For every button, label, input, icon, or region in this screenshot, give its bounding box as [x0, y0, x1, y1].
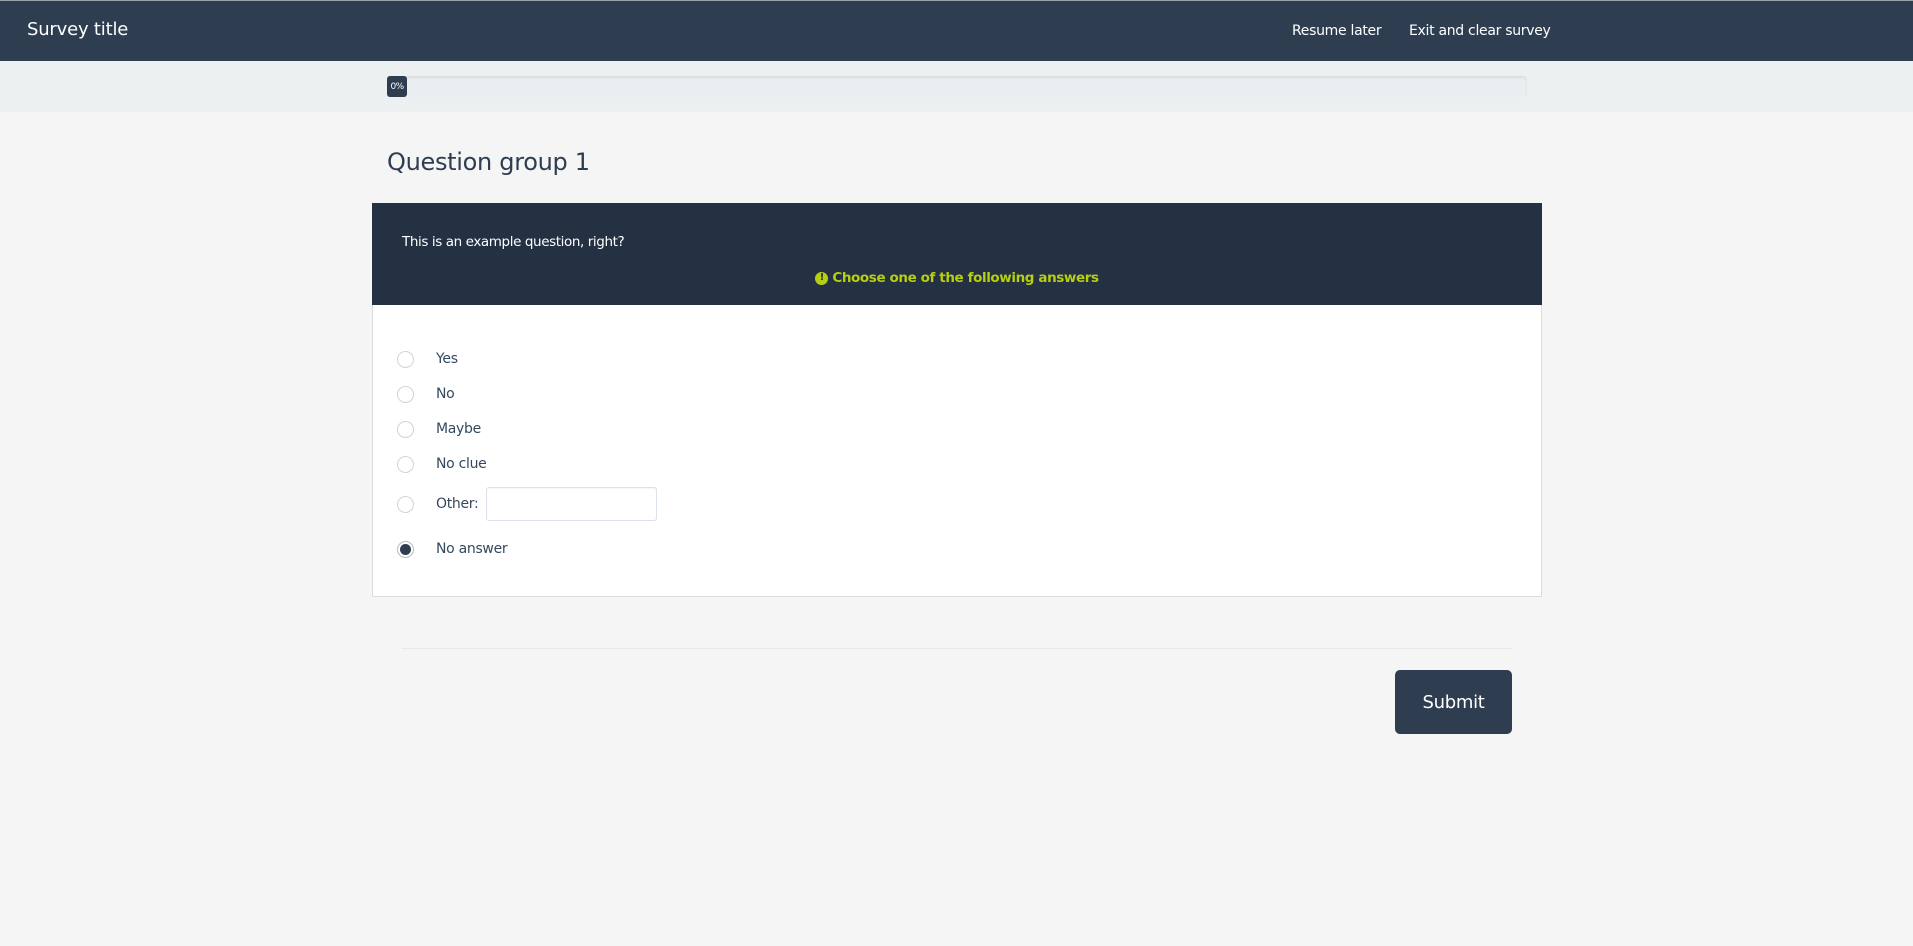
navbar: Survey title Resume later Exit and clear…: [0, 1, 1913, 61]
progress-section: 0%: [0, 61, 1913, 112]
radio-button[interactable]: [397, 385, 414, 403]
exclamation-circle-icon: !: [815, 271, 829, 285]
survey-title: Survey title: [27, 19, 129, 40]
answer-option-no[interactable]: No: [397, 382, 455, 406]
answer-label: Other:: [436, 496, 479, 512]
answer-label: No: [436, 386, 455, 402]
question-text: This is an example question, right?: [402, 234, 625, 250]
answer-label: Yes: [436, 351, 458, 367]
answer-option-other[interactable]: Other:: [397, 487, 658, 521]
radio-button[interactable]: [397, 350, 414, 368]
resume-later-link[interactable]: Resume later: [1292, 23, 1382, 39]
question-help-text: Choose one of the following answers: [832, 270, 1099, 286]
answer-option-no-answer[interactable]: No answer: [397, 537, 508, 561]
progress-bar: 0%: [387, 76, 1527, 97]
progress-label: 0%: [390, 81, 404, 92]
footer-divider: [402, 648, 1512, 649]
radio-button-selected[interactable]: [397, 540, 414, 558]
progress-bar-fill: 0%: [387, 76, 407, 97]
question-card: This is an example question, right? ! Ch…: [372, 203, 1542, 597]
question-group-title: Question group 1: [387, 148, 590, 176]
answer-option-maybe[interactable]: Maybe: [397, 417, 481, 441]
radio-button[interactable]: [397, 420, 414, 438]
radio-button[interactable]: [397, 455, 414, 473]
submit-button[interactable]: Submit: [1395, 670, 1512, 734]
question-header: This is an example question, right? ! Ch…: [372, 203, 1542, 305]
answer-label: Maybe: [436, 421, 481, 437]
answer-option-no-clue[interactable]: No clue: [397, 452, 487, 476]
radio-button[interactable]: [397, 495, 414, 513]
other-text-input[interactable]: [486, 487, 658, 521]
answer-label: No clue: [436, 456, 487, 472]
answer-option-yes[interactable]: Yes: [397, 347, 458, 371]
question-help-tip: ! Choose one of the following answers: [372, 270, 1542, 286]
exit-clear-survey-link[interactable]: Exit and clear survey: [1409, 23, 1551, 39]
answer-label: No answer: [436, 541, 508, 557]
